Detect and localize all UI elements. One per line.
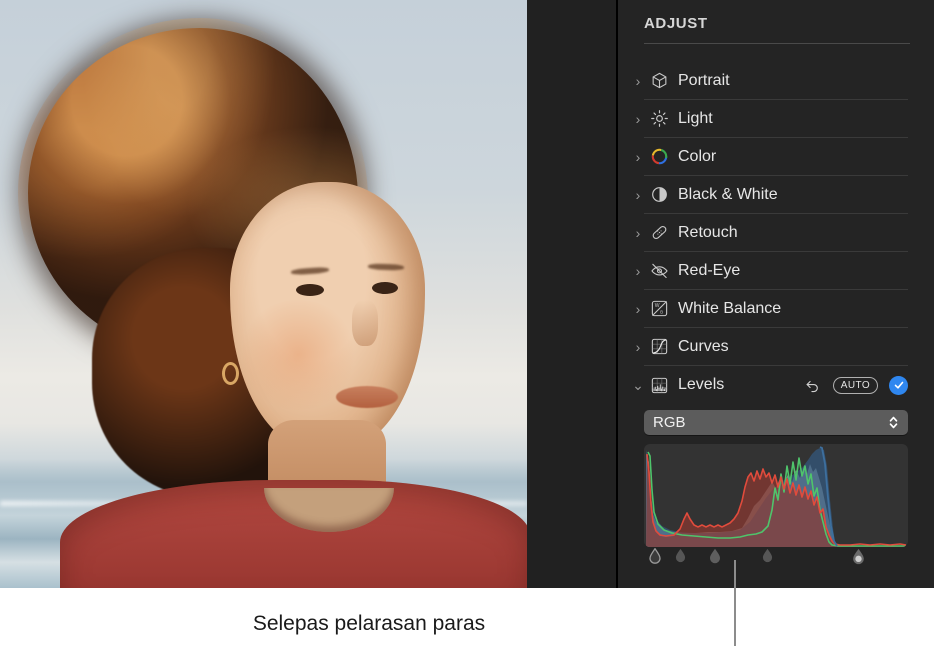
- chevron-right-icon[interactable]: ›: [630, 226, 646, 240]
- levels-handle-white-point[interactable]: [852, 548, 864, 565]
- chevron-down-icon[interactable]: ⌄: [630, 378, 646, 392]
- stage-gutter: [527, 0, 617, 588]
- adjust-row-color[interactable]: › Color: [636, 138, 908, 176]
- adjust-row-white-balance[interactable]: › W B White Balance: [636, 290, 908, 328]
- adjust-panel: ADJUST › Portrait › Light › Color › Blac…: [618, 0, 934, 588]
- levels-handle-midtones[interactable]: [709, 548, 721, 564]
- adjust-row-label: Light: [678, 109, 713, 127]
- levels-handle-shadows[interactable]: [675, 548, 687, 564]
- channel-select-value: RGB: [653, 414, 686, 431]
- curves-icon: [648, 336, 670, 358]
- adjust-row-label: Portrait: [678, 71, 730, 89]
- adjust-row-label: White Balance: [678, 299, 782, 317]
- channel-select[interactable]: RGB: [644, 410, 908, 435]
- half-circle-icon: [648, 184, 670, 206]
- chevron-right-icon[interactable]: ›: [630, 112, 646, 126]
- auto-button[interactable]: AUTO: [832, 376, 878, 394]
- callout-caption: Selepas pelarasan paras: [252, 612, 486, 635]
- earring: [222, 362, 239, 385]
- levels-handle-highlights[interactable]: [762, 548, 774, 564]
- levels-body: RGB: [618, 410, 934, 570]
- adjust-list: › Portrait › Light › Color › Black & Whi…: [618, 62, 934, 404]
- levels-icon: [648, 374, 670, 396]
- histogram-red-fill: [646, 456, 906, 547]
- color-wheel-icon: [648, 146, 670, 168]
- chevron-right-icon[interactable]: ›: [630, 264, 646, 278]
- bandage-icon: [648, 222, 670, 244]
- undo-arrow-icon[interactable]: [804, 376, 822, 394]
- chevron-right-icon[interactable]: ›: [630, 74, 646, 88]
- eye-left: [296, 284, 324, 296]
- photo-preview[interactable]: [0, 0, 527, 588]
- adjust-row-label: Color: [678, 147, 717, 165]
- adjust-row-label: Levels: [678, 376, 725, 393]
- adjust-row-light[interactable]: › Light: [636, 100, 908, 138]
- droplet-filled-icon: [675, 548, 686, 563]
- white-balance-icon: W B: [648, 298, 670, 320]
- cube-icon: [648, 70, 670, 92]
- droplet-filled-icon: [762, 548, 773, 563]
- svg-text:W: W: [654, 303, 659, 309]
- screenshot-root: ADJUST › Portrait › Light › Color › Blac…: [0, 0, 934, 654]
- adjust-row-label: Curves: [678, 337, 729, 355]
- adjust-row-portrait[interactable]: › Portrait: [636, 62, 908, 100]
- histogram-plot: [646, 446, 907, 547]
- panel-title-rule: [644, 43, 910, 44]
- lips: [336, 386, 398, 408]
- adjust-row-black-and-white[interactable]: › Black & White: [636, 176, 908, 214]
- droplet-light-icon: [853, 548, 864, 565]
- checkmark-icon: [894, 381, 903, 389]
- levels-applied-toggle[interactable]: [889, 375, 908, 395]
- chevron-right-icon[interactable]: ›: [630, 340, 646, 354]
- adjust-row-retouch[interactable]: › Retouch: [636, 214, 908, 252]
- sun-icon: [648, 108, 670, 130]
- auto-button-label: AUTO: [840, 379, 870, 391]
- levels-actions: AUTO: [804, 375, 908, 395]
- chevron-right-icon[interactable]: ›: [630, 302, 646, 316]
- adjust-row-label: Black & White: [678, 185, 778, 203]
- adjust-row-red-eye[interactable]: › Red-Eye: [636, 252, 908, 290]
- adjust-row-levels[interactable]: ⌄ Levels AUTO: [632, 366, 908, 404]
- levels-slider-handles: [644, 547, 908, 570]
- chevron-right-icon[interactable]: ›: [630, 150, 646, 164]
- levels-histogram[interactable]: [644, 444, 908, 547]
- eye-slash-icon: [648, 260, 670, 282]
- panel-title: ADJUST: [644, 15, 708, 32]
- svg-text:B: B: [660, 310, 663, 315]
- editor-stage: ADJUST › Portrait › Light › Color › Blac…: [0, 0, 934, 588]
- droplet-outline-icon: [648, 547, 661, 564]
- up-down-chevron-icon[interactable]: [888, 414, 899, 431]
- droplet-filled-icon: [710, 548, 721, 564]
- chevron-right-icon[interactable]: ›: [630, 188, 646, 202]
- adjust-row-curves[interactable]: › Curves: [636, 328, 908, 366]
- nose: [352, 300, 378, 346]
- eye-right: [372, 282, 398, 294]
- adjust-row-label: Red-Eye: [678, 261, 741, 279]
- adjust-row-label: Retouch: [678, 223, 738, 241]
- levels-handle-black-point[interactable]: [648, 547, 661, 564]
